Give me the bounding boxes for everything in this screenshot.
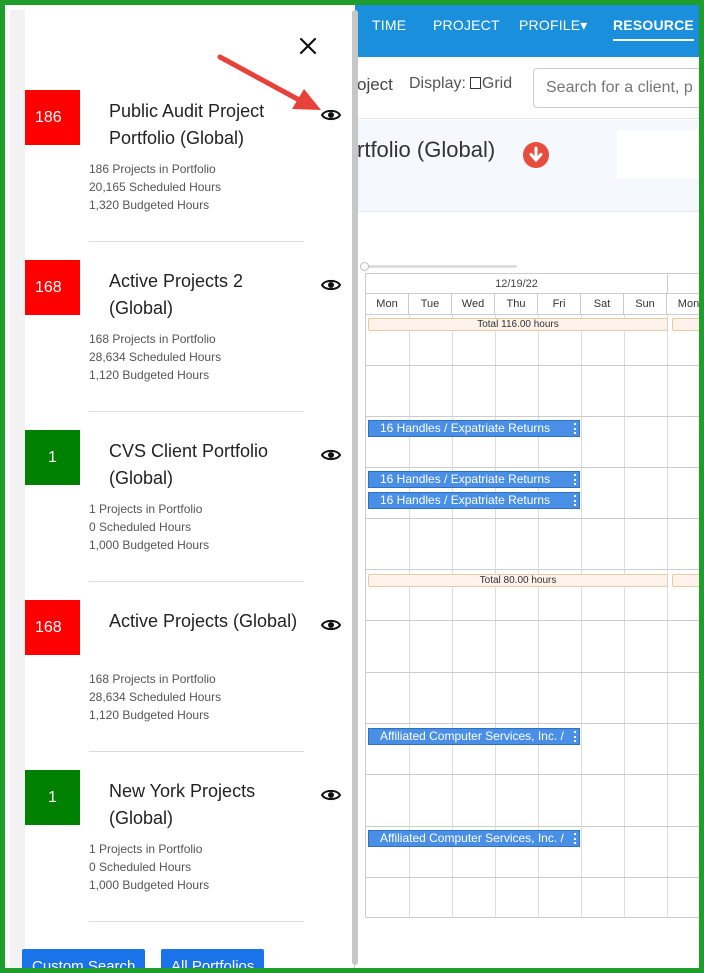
row-line — [366, 416, 699, 417]
day-header: Wed — [452, 294, 495, 315]
scheduled-hours: 0 Scheduled Hours — [89, 520, 192, 534]
calendar-grid: 12/19/22 Mon Tue Wed Thu Fri Sat Sun Mon — [365, 273, 699, 918]
close-icon[interactable] — [295, 33, 321, 59]
scheduled-hours: 28,634 Scheduled Hours — [89, 350, 222, 364]
eye-icon[interactable] — [320, 448, 342, 462]
row-line — [366, 569, 699, 570]
schedule-event[interactable]: 16 Handles / Expatriate Returns — [368, 492, 580, 509]
portfolio-count-badge: 1 — [25, 770, 80, 825]
next-week-header — [668, 274, 699, 294]
portfolio-title: Public Audit Project Portfolio (Global) — [109, 101, 265, 148]
eye-icon[interactable] — [320, 108, 342, 122]
total-hours-bar-next[interactable] — [672, 574, 699, 587]
nav-resource[interactable]: RESOURCE — [613, 17, 694, 41]
day-header: Sat — [581, 294, 624, 315]
total-hours-bar[interactable]: Total 116.00 hours — [368, 318, 668, 331]
display-control: Display: Grid — [409, 75, 512, 93]
toolbar: oject Display: Grid — [355, 57, 699, 119]
eye-icon[interactable] — [320, 788, 342, 802]
day-header: Thu — [495, 294, 538, 315]
portfolio-count-badge: 168 — [25, 600, 80, 655]
portfolio-stats: 168 Projects in Portfolio 28,634 Schedul… — [89, 670, 221, 724]
row-line — [366, 774, 699, 775]
row-line — [366, 620, 699, 621]
portfolio-title: New York Projects (Global) — [109, 781, 256, 828]
row-line — [366, 467, 699, 468]
title-bar: rtfolio (Global) — [355, 120, 699, 212]
projects-count: 168 Projects in Portfolio — [89, 332, 216, 346]
day-header: Mon — [667, 294, 699, 315]
portfolio-card[interactable]: 168 Active Projects 2 (Global) 168 Proje… — [25, 242, 350, 412]
portfolio-count-badge: 168 — [25, 260, 80, 315]
day-header: Sun — [624, 294, 667, 315]
total-hours-bar-next[interactable] — [672, 318, 699, 331]
grid-label: Grid — [481, 75, 513, 92]
zoom-slider-handle[interactable] — [360, 262, 369, 271]
row-line — [366, 826, 699, 827]
portfolio-count-badge: 186 — [25, 90, 80, 145]
panel-scrollbar[interactable] — [352, 10, 358, 965]
day-header: Tue — [409, 294, 452, 315]
portfolio-title: Active Projects (Global) — [109, 611, 298, 631]
schedule-event[interactable]: Affiliated Computer Services, Inc. / — [368, 830, 580, 847]
budgeted-hours: 1,120 Budgeted Hours — [89, 708, 210, 722]
portfolio-card[interactable]: 1 New York Projects (Global) 1 Projects … — [25, 752, 350, 922]
row-line — [366, 877, 699, 878]
day-header: Fri — [538, 294, 581, 315]
portfolio-stats: 186 Projects in Portfolio 20,165 Schedul… — [89, 160, 221, 214]
card-divider — [89, 921, 304, 922]
nav-profile[interactable]: PROFILE▾ — [519, 17, 588, 34]
scheduled-hours: 20,165 Scheduled Hours — [89, 180, 222, 194]
grid-checkbox[interactable] — [469, 77, 481, 89]
all-portfolios-button[interactable]: All Portfolios — [161, 949, 265, 968]
client-search-input[interactable] — [533, 68, 699, 108]
budgeted-hours: 1,000 Budgeted Hours — [89, 538, 210, 552]
budgeted-hours: 1,120 Budgeted Hours — [89, 368, 210, 382]
eye-icon[interactable] — [320, 278, 342, 292]
week-header: 12/19/22 — [366, 274, 668, 294]
portfolio-stats: 1 Projects in Portfolio 0 Scheduled Hour… — [89, 840, 209, 894]
projects-count: 186 Projects in Portfolio — [89, 162, 216, 176]
total-hours-bar[interactable]: Total 80.00 hours — [368, 574, 668, 587]
row-line — [366, 917, 699, 918]
project-label: oject — [357, 75, 393, 94]
download-icon[interactable] — [523, 142, 549, 168]
day-header: Mon — [366, 294, 409, 315]
row-line — [366, 365, 699, 366]
portfolio-stats: 168 Projects in Portfolio 28,634 Schedul… — [89, 330, 221, 384]
screenshot-frame: TIME PROJECT PROFILE▾ RESOURCE oject Dis… — [0, 0, 704, 973]
row-line — [366, 723, 699, 724]
nav-time[interactable]: TIME — [372, 17, 406, 33]
resource-app: TIME PROJECT PROFILE▾ RESOURCE oject Dis… — [355, 5, 699, 968]
nav-project[interactable]: PROJECT — [433, 17, 500, 33]
projects-count: 1 Projects in Portfolio — [89, 842, 203, 856]
budgeted-hours: 1,320 Budgeted Hours — [89, 198, 210, 212]
portfolio-count-badge: 1 — [25, 430, 80, 485]
custom-search-button[interactable]: Custom Search — [22, 949, 146, 968]
schedule-event[interactable]: 16 Handles / Expatriate Returns — [368, 471, 580, 488]
portfolio-stats: 1 Projects in Portfolio 0 Scheduled Hour… — [89, 500, 209, 554]
eye-icon[interactable] — [320, 618, 342, 632]
page-title: rtfolio (Global) — [357, 137, 496, 162]
row-line — [366, 518, 699, 519]
panel-edge — [10, 10, 25, 968]
portfolio-card[interactable]: 186 Public Audit Project Portfolio (Glob… — [25, 72, 350, 242]
title-panel — [617, 130, 699, 178]
scheduled-hours: 28,634 Scheduled Hours — [89, 690, 222, 704]
schedule-event[interactable]: Affiliated Computer Services, Inc. / — [368, 728, 580, 745]
portfolio-title: Active Projects 2 (Global) — [109, 271, 244, 318]
budgeted-hours: 1,000 Budgeted Hours — [89, 878, 210, 892]
row-line — [366, 672, 699, 673]
top-nav: TIME PROJECT PROFILE▾ RESOURCE — [355, 5, 699, 57]
projects-count: 168 Projects in Portfolio — [89, 672, 216, 686]
zoom-slider-track[interactable] — [361, 265, 517, 268]
projects-count: 1 Projects in Portfolio — [89, 502, 203, 516]
portfolio-card[interactable]: 168 Active Projects (Global) 168 Project… — [25, 582, 350, 752]
schedule-event[interactable]: 16 Handles / Expatriate Returns — [368, 420, 580, 437]
display-label: Display: — [409, 75, 466, 92]
portfolio-title: CVS Client Portfolio (Global) — [109, 441, 269, 488]
scheduled-hours: 0 Scheduled Hours — [89, 860, 192, 874]
portfolio-card[interactable]: 1 CVS Client Portfolio (Global) 1 Projec… — [25, 412, 350, 582]
